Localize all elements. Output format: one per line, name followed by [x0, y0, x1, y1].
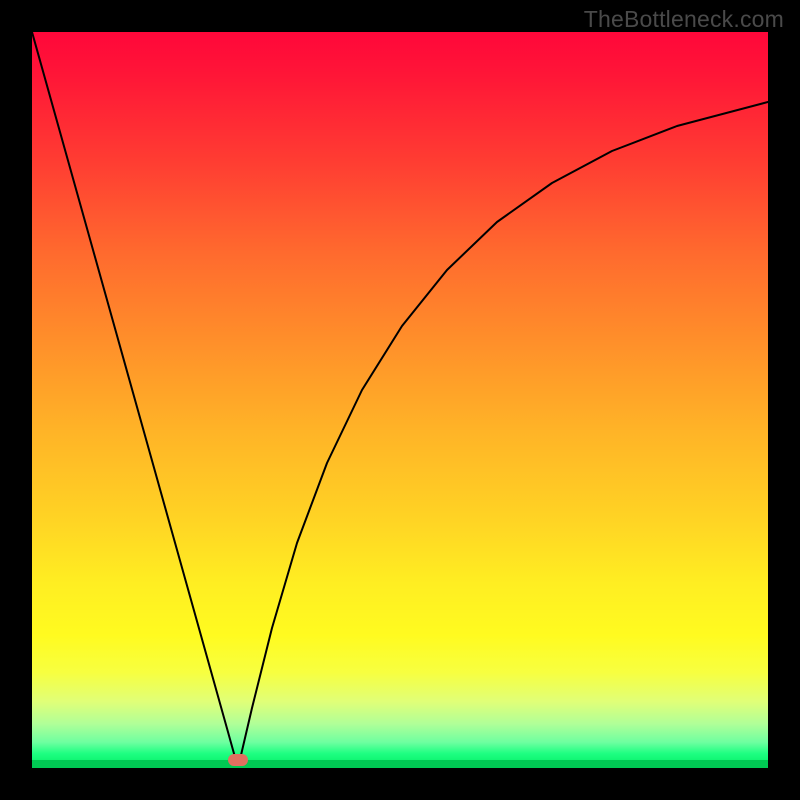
plot-area [32, 32, 768, 768]
curve-layer [32, 32, 768, 768]
chart-frame: TheBottleneck.com [0, 0, 800, 800]
bottleneck-curve [32, 32, 768, 768]
watermark-text: TheBottleneck.com [584, 6, 784, 33]
baseline-strip [32, 760, 768, 768]
optimal-marker [228, 754, 248, 766]
